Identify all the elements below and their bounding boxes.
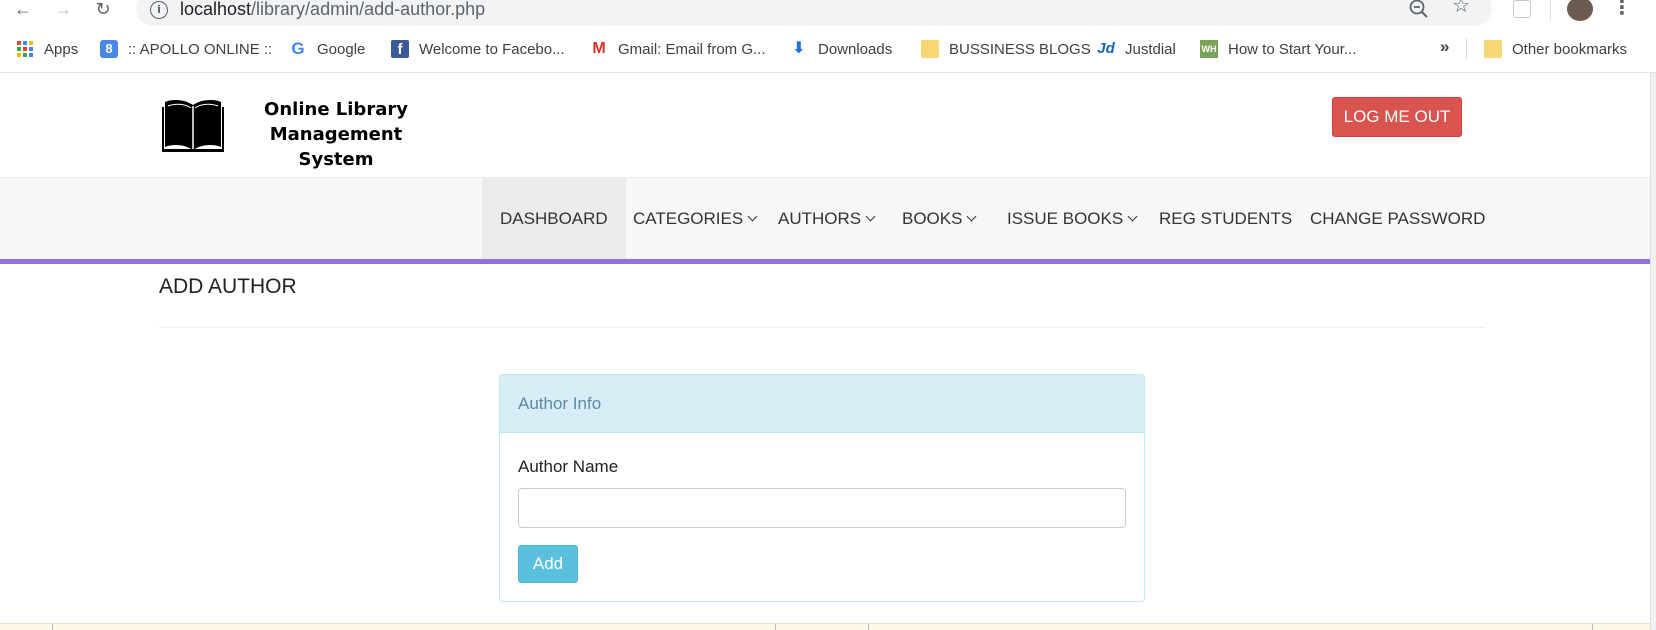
bookmark-google[interactable]: G Google [289,38,365,60]
menu-label: BOOKS [902,209,963,228]
menu-label: CATEGORIES [633,209,744,228]
menu-label: AUTHORS [778,209,862,228]
bookmark-label: Welcome to Facebo... [419,40,565,58]
chevron-down-icon [865,211,876,222]
menu-label: DASHBOARD [500,209,608,228]
footer-divider [868,624,869,630]
menu-categories[interactable]: CATEGORIES [633,178,758,260]
url-host: localhost [180,0,252,19]
open-book-icon [162,100,224,152]
bookmark-label: Justdial [1125,40,1176,58]
author-name-label: Author Name [518,457,619,476]
justdial-icon: Jd [1097,40,1115,57]
title-divider [159,327,1485,328]
panel-heading: Author Info [500,375,1144,433]
bookmark-other[interactable]: Other bookmarks [1484,38,1627,60]
folder-icon [1484,40,1502,58]
bookmark-apps[interactable]: Apps [16,38,78,60]
forward-arrow-icon[interactable]: → [52,0,74,22]
chevron-down-icon [967,211,977,222]
footer-divider [1592,624,1593,630]
menu-label: CHANGE PASSWORD [1310,209,1486,228]
menu-change-password[interactable]: CHANGE PASSWORD [1310,178,1485,260]
logo-line-2: Management System [269,124,403,170]
bookmark-label: BUSSINESS BLOGS [949,40,1091,58]
bookmark-label: Other bookmarks [1512,40,1628,58]
address-bar[interactable]: i localhost/library/admin/add-author.php… [136,0,1492,26]
chevron-down-icon [1127,211,1138,222]
toolbar-divider [1550,0,1551,20]
bookmark-apollo[interactable]: 8 :: APOLLO ONLINE :: [100,38,272,60]
site-info-icon[interactable]: i [150,1,168,19]
google-icon: G [291,39,305,58]
window-scrollbar[interactable] [1650,73,1656,630]
browser-toolbar: ← → ↻ i localhost/library/admin/add-auth… [0,0,1656,26]
menu-label: REG STUDENTS [1159,209,1293,228]
bookmark-label: :: APOLLO ONLINE :: [128,40,273,58]
bookmark-downloads[interactable]: ⬇ Downloads [790,38,892,60]
menu-dashboard[interactable]: DASHBOARD [482,178,626,260]
footer-divider [52,624,53,630]
chevron-down-icon [747,211,758,222]
logo-line-1: Online Library [264,99,408,120]
bookmark-label: Apps [44,40,79,58]
menu-reg-students[interactable]: REG STUDENTS [1159,178,1292,260]
url-path: /library/admin/add-author.php [251,0,486,19]
site-logo-text[interactable]: Online Library Management System [236,97,436,172]
bookmark-facebook[interactable]: f Welcome to Facebo... [391,38,565,60]
menu-issue-books[interactable]: ISSUE BOOKS [1007,178,1138,260]
menu-label: ISSUE BOOKS [1007,209,1124,228]
author-name-input[interactable] [518,488,1126,528]
facebook-icon: f [391,40,409,58]
wikihow-icon: WH [1200,40,1218,58]
bookmark-gmail[interactable]: M Gmail: Email from G... [590,38,766,60]
menu-accent-line [0,259,1650,264]
logout-button[interactable]: LOG ME OUT [1332,97,1462,137]
author-info-panel: Author Info Author Name Add [499,374,1145,602]
bookmark-star-icon[interactable]: ☆ [1452,0,1470,16]
bookmark-wikihow[interactable]: WH How to Start Your... [1200,38,1356,60]
bookmark-label: Downloads [818,40,893,58]
apps-grid-icon [16,40,34,58]
bookmark-label: Gmail: Email from G... [618,40,766,58]
gmail-icon: M [592,40,606,57]
profile-avatar[interactable] [1567,0,1593,21]
download-icon: ⬇ [792,40,806,57]
extension-icon[interactable] [1513,0,1531,18]
page-title: ADD AUTHOR [159,275,297,298]
folder-icon [921,40,939,58]
menu-authors[interactable]: AUTHORS [778,178,876,260]
zoom-out-icon[interactable] [1408,0,1430,20]
bookmarks-bar: Apps 8 :: APOLLO ONLINE :: G Google f We… [0,33,1656,65]
bookmark-justdial[interactable]: Jd Justdial [1097,38,1176,60]
back-arrow-icon[interactable]: ← [12,0,34,22]
footer-strip [0,623,1650,630]
bookmark-business-blogs[interactable]: BUSSINESS BLOGS [921,38,1091,60]
add-button[interactable]: Add [518,545,578,583]
footer-divider [775,624,776,630]
main-menu: DASHBOARD CATEGORIES AUTHORS BOOKS ISSUE… [0,177,1650,260]
apollo-icon: 8 [100,40,118,58]
bookmark-divider [1466,38,1467,60]
site-header: Online Library Management System LOG ME … [0,73,1650,177]
reload-icon[interactable]: ↻ [92,0,114,22]
bookmark-label: Google [317,40,366,58]
url-text[interactable]: localhost/library/admin/add-author.php [180,0,485,20]
browser-menu-icon[interactable]: ⋮ [1612,0,1632,18]
more-bookmarks-icon[interactable]: » [1440,37,1449,57]
bookmark-label: How to Start Your... [1228,40,1357,58]
menu-books[interactable]: BOOKS [902,178,977,260]
